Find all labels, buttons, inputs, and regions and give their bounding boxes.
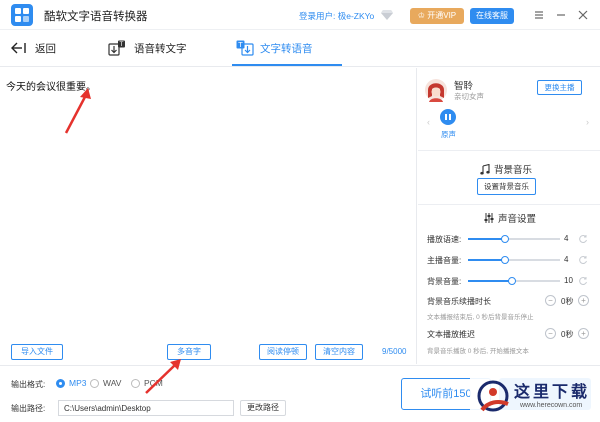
bgm-volume-value: 10 [564,276,573,285]
radio-dot [56,378,65,388]
volume-slider-thumb[interactable] [500,256,509,264]
watermark-url: www.herecown.com [520,402,583,409]
speed-slider[interactable] [468,235,560,243]
music-note-icon [480,163,490,174]
text-to-speech-icon: T [236,40,254,56]
divider [418,204,600,205]
svg-text:T: T [119,41,124,48]
vip-crown-icon: ♔ [417,11,426,20]
format-option-wav[interactable]: WAV [90,378,121,388]
radio-dot [90,378,99,388]
pause-button[interactable]: 阅读停顿 [259,344,307,360]
path-label: 输出路径: [11,404,46,413]
back-arrow-icon [11,42,26,54]
chevron-right-icon[interactable]: › [586,117,589,127]
divider [418,150,600,151]
site-watermark: 这里下载 www.herecown.com [470,372,596,420]
menu-icon[interactable] [531,7,547,23]
editor-content[interactable]: 今天的会议很重要。 [6,78,96,93]
avatar [425,79,447,102]
clear-content-button[interactable]: 清空内容 [315,344,363,360]
format-option-mp3[interactable]: MP3 [56,378,86,388]
tab-text-to-speech[interactable]: T 文字转语音 [236,30,313,66]
tab-text-to-speech-label: 文字转语音 [260,42,313,55]
reset-icon[interactable] [578,234,588,244]
voice-name: 智聆 [454,81,474,92]
bgm-extend-label: 背景音乐续播时长 [427,297,491,306]
speech-to-text-icon: T [108,40,125,56]
tab-speech-to-text-label: 语音转文字 [134,42,187,55]
char-count: 9/5000 [382,347,407,356]
volume-label: 主播音量: [427,256,462,265]
play-label: 原声 [441,130,456,139]
volume-value: 4 [564,255,569,264]
bgm-volume-slider[interactable] [468,277,560,285]
app-title: 酷软文字语音转换器 [44,11,148,23]
import-file-button[interactable]: 导入文件 [11,344,63,360]
equalizer-icon [484,213,494,223]
login-user-label[interactable]: 登录用户: 极e-ZKYo [299,10,374,22]
format-label: 输出格式: [11,380,46,389]
volume-slider[interactable] [468,256,560,264]
delay-value: 0秒 [561,330,574,339]
speed-slider-thumb[interactable] [500,235,509,243]
bgm-volume-slider-fill [468,280,513,282]
back-label: 返回 [35,42,56,55]
vip-label: 开通VIP [427,11,457,20]
delay-hint: 背景音乐播放 0 秒后, 开始播报文本 [427,348,529,355]
watermark-text: 这里下载 [514,382,591,401]
sound-settings-title: 声音设置 [484,211,536,225]
title-bar: 酷软文字语音转换器 登录用户: 极e-ZKYo ♔ 开通VIP 在线客服 [0,0,600,30]
polyphone-button[interactable]: 多音字 [167,344,211,360]
diamond-icon [381,10,393,20]
radio-dot [131,378,140,388]
bgm-volume-label: 背景音量: [427,277,462,286]
output-path-input[interactable] [58,400,234,416]
delay-decrement-button[interactable]: − [545,328,556,339]
text-editor[interactable]: 今天的会议很重要。 [0,68,417,364]
speed-value: 4 [564,234,569,243]
format-wav-label: WAV [103,378,122,388]
delay-increment-button[interactable]: + [578,328,589,339]
sound-settings-label: 声音设置 [498,214,537,225]
speed-label: 播放语速: [427,235,462,244]
settings-panel: 智聆 亲切女声 更换主播 ‹ › 原声 背景音乐 设置背景音乐 声音设置 播放语… [418,68,600,364]
bgm-volume-slider-thumb[interactable] [508,277,517,285]
app-logo-icon [11,4,33,26]
set-bgm-button[interactable]: 设置背景音乐 [477,178,536,195]
format-mp3-label: MP3 [69,378,87,388]
play-pause-icon[interactable] [440,109,456,125]
speed-slider-fill [468,238,505,240]
volume-slider-fill [468,259,505,261]
online-service-button[interactable]: 在线客服 [470,8,514,24]
active-tab-indicator [232,64,342,66]
format-pcm-label: PCM [144,378,163,388]
bgm-extend-increment-button[interactable]: + [578,295,589,306]
back-button[interactable]: 返回 [11,30,56,66]
bgm-title: 背景音乐 [480,162,532,176]
watermark-logo-icon [477,380,509,412]
format-option-pcm[interactable]: PCM [131,378,163,388]
reset-icon[interactable] [578,276,588,286]
close-icon[interactable] [575,7,591,23]
bgm-extend-value: 0秒 [561,297,574,306]
minimize-icon[interactable] [553,7,569,23]
tab-bar: 返回 T 语音转文字 T 文字转语音 [0,30,600,67]
voice-description: 亲切女声 [454,92,484,101]
open-vip-button[interactable]: ♔ 开通VIP [410,8,464,24]
bgm-extend-decrement-button[interactable]: − [545,295,556,306]
bgm-extend-hint: 文本播报结束后, 0 秒后背景音乐停止 [427,314,534,321]
chevron-left-icon[interactable]: ‹ [427,117,430,127]
tab-speech-to-text[interactable]: T 语音转文字 [108,30,187,66]
delay-label: 文本播放推迟 [427,330,475,339]
switch-anchor-button[interactable]: 更换主播 [537,80,582,95]
bgm-title-label: 背景音乐 [494,165,533,176]
change-path-button[interactable]: 更改路径 [240,400,286,416]
reset-icon[interactable] [578,255,588,265]
